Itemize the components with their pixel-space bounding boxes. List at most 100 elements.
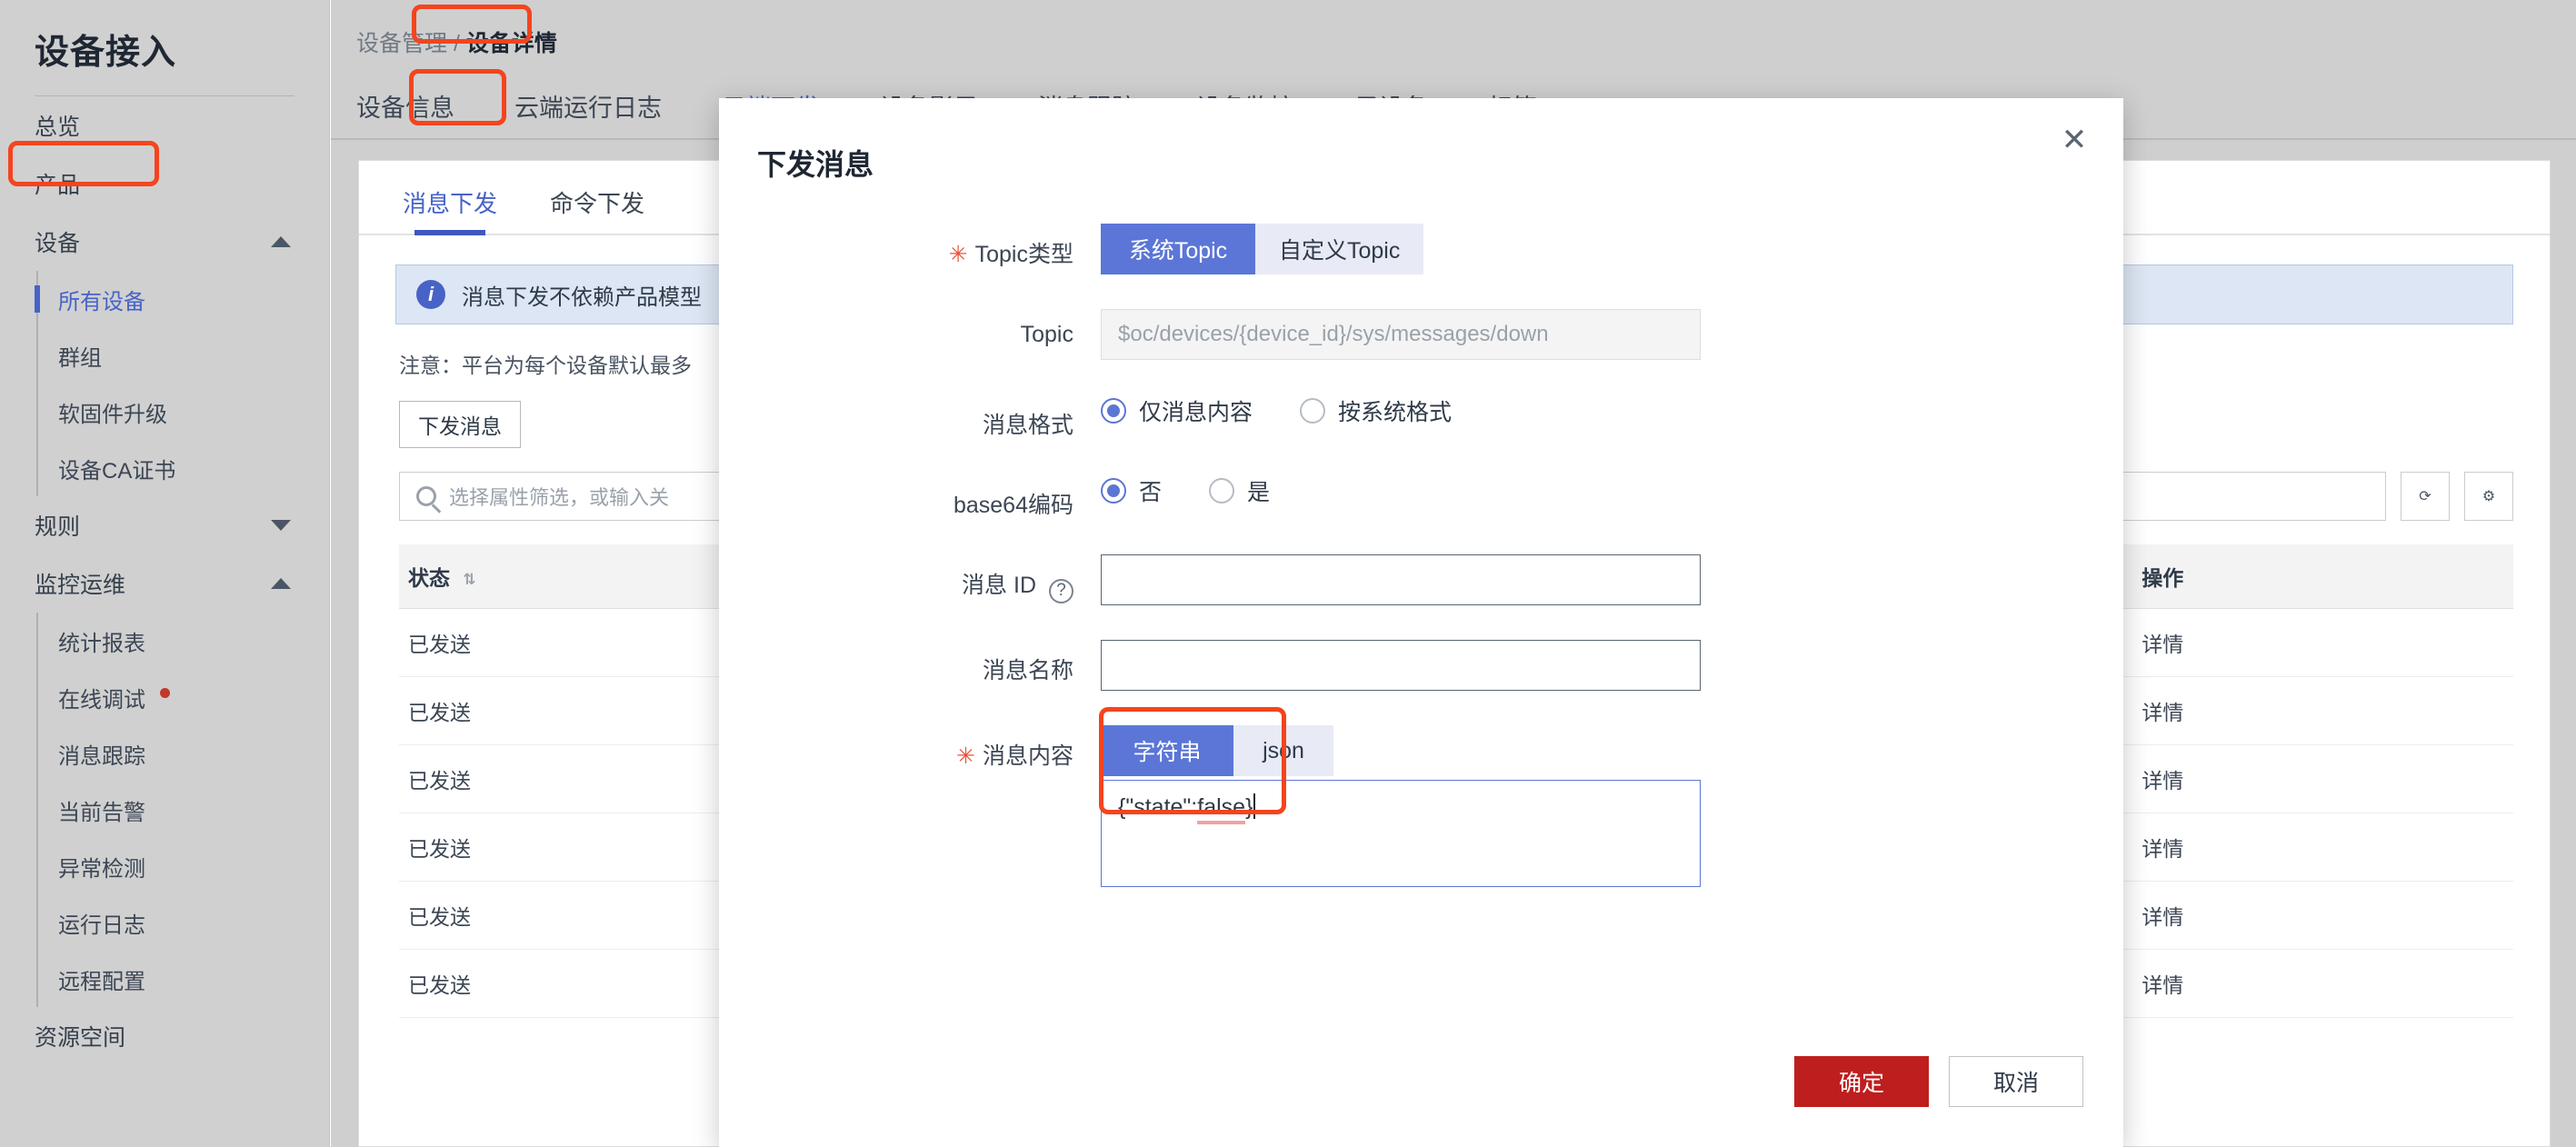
sidebar-item-label: 软固件升级 <box>58 396 167 428</box>
chevron-up-icon <box>271 578 291 589</box>
sidebar-item-online-debug[interactable]: 在线调试 <box>38 669 329 725</box>
field-message-name <box>1101 640 2123 691</box>
sidebar-item-overview[interactable]: 总览 <box>0 96 329 155</box>
sidebar-item-remote-config[interactable]: 远程配置 <box>38 951 329 1007</box>
sidebar-sublist-monitoring: 统计报表 在线调试 消息跟踪 当前告警 异常检测 运行日志 远程配置 <box>36 613 329 1007</box>
radio-system-format[interactable]: 按系统格式 <box>1300 394 1452 427</box>
sidebar-title: 设备接入 <box>0 0 329 74</box>
cell-action-detail[interactable]: 详情 <box>2132 609 2513 677</box>
sidebar-group-devices[interactable]: 设备 <box>0 213 329 271</box>
sidebar-item-label: 所有设备 <box>58 284 145 315</box>
form-row-message-content: ✳消息内容 字符串 json {"state":false} <box>719 725 2123 887</box>
message-content-textarea[interactable]: {"state":false} <box>1101 780 1701 887</box>
sidebar-item-device-ca-cert[interactable]: 设备CA证书 <box>38 440 329 496</box>
breadcrumb-separator: / <box>454 31 460 56</box>
field-message-content: 字符串 json {"state":false} <box>1101 725 2123 887</box>
radio-message-only[interactable]: 仅消息内容 <box>1101 394 1253 427</box>
label-topic: Topic <box>719 309 1101 348</box>
cell-action-detail[interactable]: 详情 <box>2132 882 2513 950</box>
sidebar-item-all-devices[interactable]: 所有设备 <box>38 271 329 327</box>
search-placeholder: 选择属性筛选，或输入关 <box>449 482 669 511</box>
radio-label: 按系统格式 <box>1338 394 1452 427</box>
question-circle-icon[interactable]: ? <box>1049 579 1073 603</box>
field-message-id <box>1101 554 2123 605</box>
radio-ring-icon <box>1101 478 1126 504</box>
cell-action-detail[interactable]: 详情 <box>2132 950 2513 1018</box>
text-cursor <box>1253 793 1255 819</box>
modal-title: 下发消息 <box>719 98 2123 184</box>
inner-tab-command-delivery[interactable]: 命令下发 <box>550 185 644 234</box>
message-name-input[interactable] <box>1101 640 1701 691</box>
refresh-icon[interactable]: ⟳ <box>2401 472 2450 521</box>
chevron-up-icon <box>271 236 291 247</box>
label-message-name: 消息名称 <box>719 640 1101 685</box>
sidebar-item-products[interactable]: 产品 <box>0 155 329 213</box>
content-prefix: {"state": <box>1118 794 1197 820</box>
form-row-base64: base64编码 否 是 <box>719 474 2123 520</box>
sidebar-item-label: 运行日志 <box>58 907 145 939</box>
sidebar-item-firmware-upgrade[interactable]: 软固件升级 <box>38 384 329 440</box>
sidebar-item-label: 远程配置 <box>58 963 145 995</box>
gear-icon[interactable]: ⚙ <box>2464 472 2513 521</box>
column-label: 状态 <box>408 566 450 590</box>
label-topic-type: ✳Topic类型 <box>719 224 1101 269</box>
cell-action-detail[interactable]: 详情 <box>2132 813 2513 882</box>
sidebar: 设备接入 总览 产品 设备 所有设备 群组 软固件升级 设备CA证书 <box>0 0 330 1147</box>
cancel-button[interactable]: 取消 <box>1949 1056 2083 1107</box>
segment-custom-topic[interactable]: 自定义Topic <box>1255 224 1423 274</box>
content-suffix: } <box>1245 794 1253 820</box>
sidebar-item-message-trace[interactable]: 消息跟踪 <box>38 725 329 782</box>
search-icon <box>416 486 436 506</box>
sidebar-item-label: 设备CA证书 <box>58 453 175 484</box>
base64-radio-group: 否 是 <box>1101 474 2069 507</box>
topic-type-segmented-control: 系统Topic 自定义Topic <box>1101 224 1423 274</box>
cell-action-detail[interactable]: 详情 <box>2132 677 2513 745</box>
message-id-input[interactable] <box>1101 554 1701 605</box>
cell-action-detail[interactable]: 详情 <box>2132 745 2513 813</box>
topic-input[interactable]: $oc/devices/{device_id}/sys/messages/dow… <box>1101 309 1701 360</box>
tab-device-info[interactable]: 设备信息 <box>356 88 454 138</box>
segment-string[interactable]: 字符串 <box>1101 725 1233 776</box>
field-base64: 否 是 <box>1101 474 2123 507</box>
info-icon: i <box>416 280 445 309</box>
radio-base64-yes[interactable]: 是 <box>1209 474 1270 507</box>
label-text: 消息 ID <box>962 573 1036 598</box>
close-icon[interactable]: ✕ <box>2056 122 2092 158</box>
send-message-modal: ✕ 下发消息 ✳Topic类型 系统Topic 自定义Topic <box>719 98 2123 1147</box>
topic-placeholder: $oc/devices/{device_id}/sys/messages/dow… <box>1118 322 1549 347</box>
sidebar-item-resource-space[interactable]: 资源空间 <box>0 1007 329 1065</box>
sidebar-item-stat-report[interactable]: 统计报表 <box>38 613 329 669</box>
main-area: 设备管理 / 设备详情 设备信息 云端运行日志 云端下发 设备影子 消息跟踪 设… <box>331 0 2576 1147</box>
sort-icon: ⇅ <box>463 574 475 586</box>
radio-label: 否 <box>1139 474 1162 507</box>
label-base64: base64编码 <box>719 474 1101 520</box>
sidebar-item-label: 异常检测 <box>58 851 145 883</box>
send-message-button[interactable]: 下发消息 <box>399 401 521 448</box>
field-topic: $oc/devices/{device_id}/sys/messages/dow… <box>1101 309 2123 360</box>
send-message-form: ✳Topic类型 系统Topic 自定义Topic Topic $oc/d <box>719 184 2123 887</box>
confirm-button[interactable]: 确定 <box>1794 1056 1929 1107</box>
sidebar-item-label: 统计报表 <box>58 625 145 657</box>
sidebar-item-run-log[interactable]: 运行日志 <box>38 894 329 951</box>
sidebar-group-rules[interactable]: 规则 <box>0 496 329 554</box>
sidebar-sublist-devices: 所有设备 群组 软固件升级 设备CA证书 <box>36 271 329 496</box>
message-content-format-segmented-control: 字符串 json <box>1101 725 1333 776</box>
content-spellcheck-word: false <box>1197 794 1245 824</box>
new-badge-dot-icon <box>160 688 170 698</box>
sidebar-item-anomaly-detection[interactable]: 异常检测 <box>38 838 329 894</box>
segment-system-topic[interactable]: 系统Topic <box>1101 224 1255 274</box>
label-message-content: ✳消息内容 <box>719 725 1101 771</box>
sidebar-item-groups[interactable]: 群组 <box>38 327 329 384</box>
modal-footer: 确定 取消 <box>1794 1056 2083 1107</box>
sidebar-item-label: 在线调试 <box>58 682 145 713</box>
form-row-message-format: 消息格式 仅消息内容 按系统格式 <box>719 394 2123 440</box>
inner-tab-message-delivery[interactable]: 消息下发 <box>403 185 497 234</box>
segment-json[interactable]: json <box>1233 725 1333 776</box>
sidebar-item-current-alarm[interactable]: 当前告警 <box>38 782 329 838</box>
radio-base64-no[interactable]: 否 <box>1101 474 1162 507</box>
label-text: 消息内容 <box>983 743 1073 769</box>
breadcrumb-parent[interactable]: 设备管理 <box>356 31 447 56</box>
sidebar-group-monitoring[interactable]: 监控运维 <box>0 554 329 613</box>
form-row-message-id: 消息 ID? <box>719 554 2123 605</box>
tab-cloud-run-log[interactable]: 云端运行日志 <box>514 88 662 138</box>
